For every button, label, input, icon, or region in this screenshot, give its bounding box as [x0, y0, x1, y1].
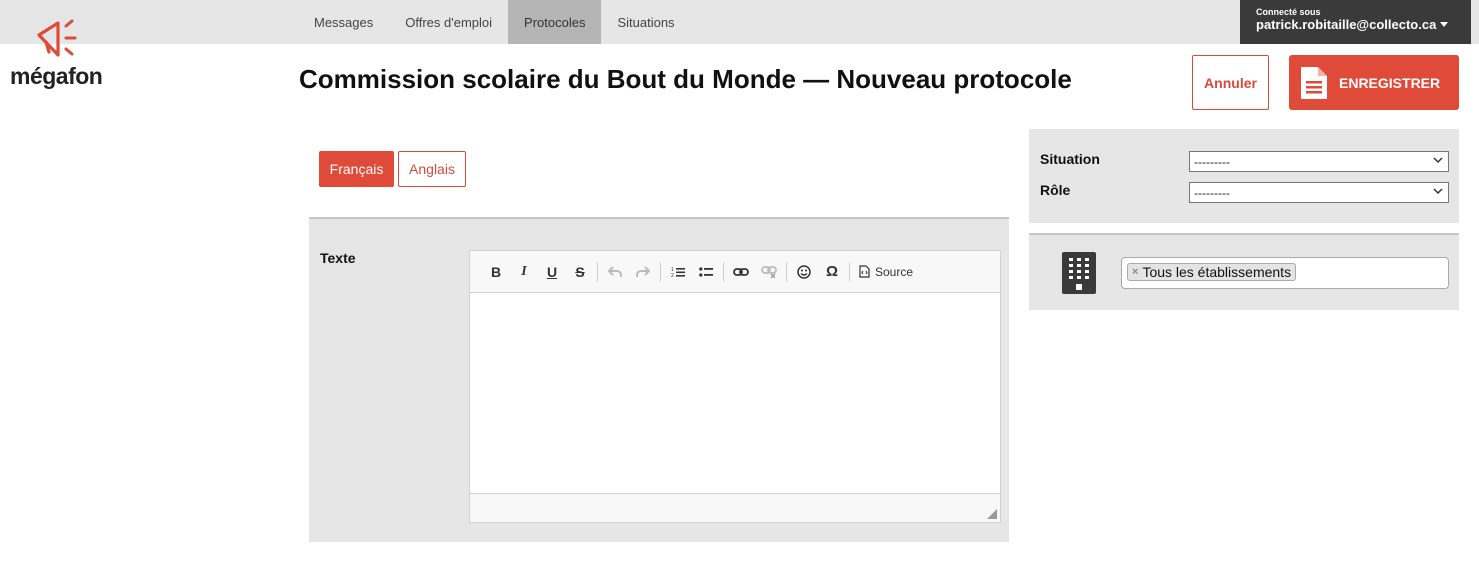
tag-all-establishments: × Tous les établissements — [1127, 263, 1297, 281]
text-label: Texte — [320, 250, 356, 266]
chevron-down-icon — [1433, 188, 1443, 195]
nav-item-protocols[interactable]: Protocoles — [508, 0, 602, 44]
situation-select-value: --------- — [1194, 154, 1230, 169]
filter-panel: Situation --------- Rôle --------- — [1029, 129, 1459, 223]
building-icon — [1062, 252, 1096, 294]
tag-label: Tous les établissements — [1142, 264, 1292, 280]
tag-remove-icon[interactable]: × — [1132, 266, 1138, 278]
caret-down-icon — [1440, 22, 1449, 27]
save-button-label: ENREGISTRER — [1339, 74, 1441, 91]
text-panel: Texte B I U S 12 Ω Source — [309, 217, 1009, 542]
numbered-list-icon[interactable]: 12 — [664, 259, 692, 285]
italic-icon[interactable]: I — [510, 259, 538, 285]
situation-label: Situation — [1040, 151, 1100, 167]
chevron-down-icon — [1433, 157, 1443, 164]
nav-item-job-offers[interactable]: Offres d'emploi — [389, 0, 508, 44]
rich-text-editor: B I U S 12 Ω Source — [469, 250, 1001, 523]
toolbar-separator — [597, 262, 598, 281]
logo-text: mégafon — [10, 63, 103, 89]
document-icon — [1301, 66, 1327, 99]
toolbar-separator — [849, 262, 850, 281]
save-button[interactable]: ENREGISTRER — [1289, 55, 1459, 110]
main-nav: Messages Offres d'emploi Protocoles Situ… — [298, 0, 691, 44]
connected-as-label: Connecté sous — [1256, 7, 1321, 17]
svg-text:2: 2 — [671, 273, 674, 278]
source-button[interactable]: Source — [853, 259, 919, 285]
establishments-panel: × Tous les établissements — [1029, 233, 1459, 310]
omega-icon[interactable]: Ω — [818, 259, 846, 285]
role-label: Rôle — [1040, 182, 1071, 198]
logo[interactable]: mégafon — [10, 18, 120, 92]
establishments-tags-input[interactable]: × Tous les établissements — [1121, 257, 1449, 289]
cancel-button-label: Annuler — [1204, 74, 1257, 91]
cancel-button[interactable]: Annuler — [1192, 55, 1269, 110]
situation-select[interactable]: --------- — [1189, 151, 1449, 172]
role-select[interactable]: --------- — [1189, 182, 1449, 203]
toolbar-separator — [723, 262, 724, 281]
source-icon — [859, 265, 870, 278]
tab-english[interactable]: Anglais — [398, 151, 466, 187]
resize-handle-icon[interactable] — [987, 509, 997, 519]
link-icon[interactable] — [727, 259, 755, 285]
underline-icon[interactable]: U — [538, 259, 566, 285]
bold-icon[interactable]: B — [482, 259, 510, 285]
editor-toolbar: B I U S 12 Ω Source — [470, 251, 1000, 293]
tab-french[interactable]: Français — [319, 151, 394, 187]
page-title: Commission scolaire du Bout du Monde — N… — [299, 64, 1072, 94]
toolbar-separator — [786, 262, 787, 281]
redo-icon[interactable] — [629, 259, 657, 285]
undo-icon[interactable] — [601, 259, 629, 285]
editor-content-area[interactable] — [470, 293, 1000, 493]
bulleted-list-icon[interactable] — [692, 259, 720, 285]
top-bar: Messages Offres d'emploi Protocoles Situ… — [0, 0, 1479, 44]
role-select-value: --------- — [1194, 185, 1230, 200]
nav-item-situations[interactable]: Situations — [601, 0, 690, 44]
user-menu[interactable]: Connecté sous patrick.robitaille@collect… — [1240, 0, 1471, 44]
toolbar-separator — [660, 262, 661, 281]
source-label: Source — [875, 264, 914, 279]
smiley-icon[interactable] — [790, 259, 818, 285]
nav-item-messages[interactable]: Messages — [298, 0, 389, 44]
user-email-row: patrick.robitaille@collecto.ca — [1256, 17, 1461, 32]
strikethrough-icon[interactable]: S — [566, 259, 594, 285]
megaphone-icon — [37, 19, 77, 57]
unlink-icon[interactable] — [755, 259, 783, 285]
user-email: patrick.robitaille@collecto.ca — [1256, 17, 1437, 32]
editor-footer — [470, 493, 1000, 522]
